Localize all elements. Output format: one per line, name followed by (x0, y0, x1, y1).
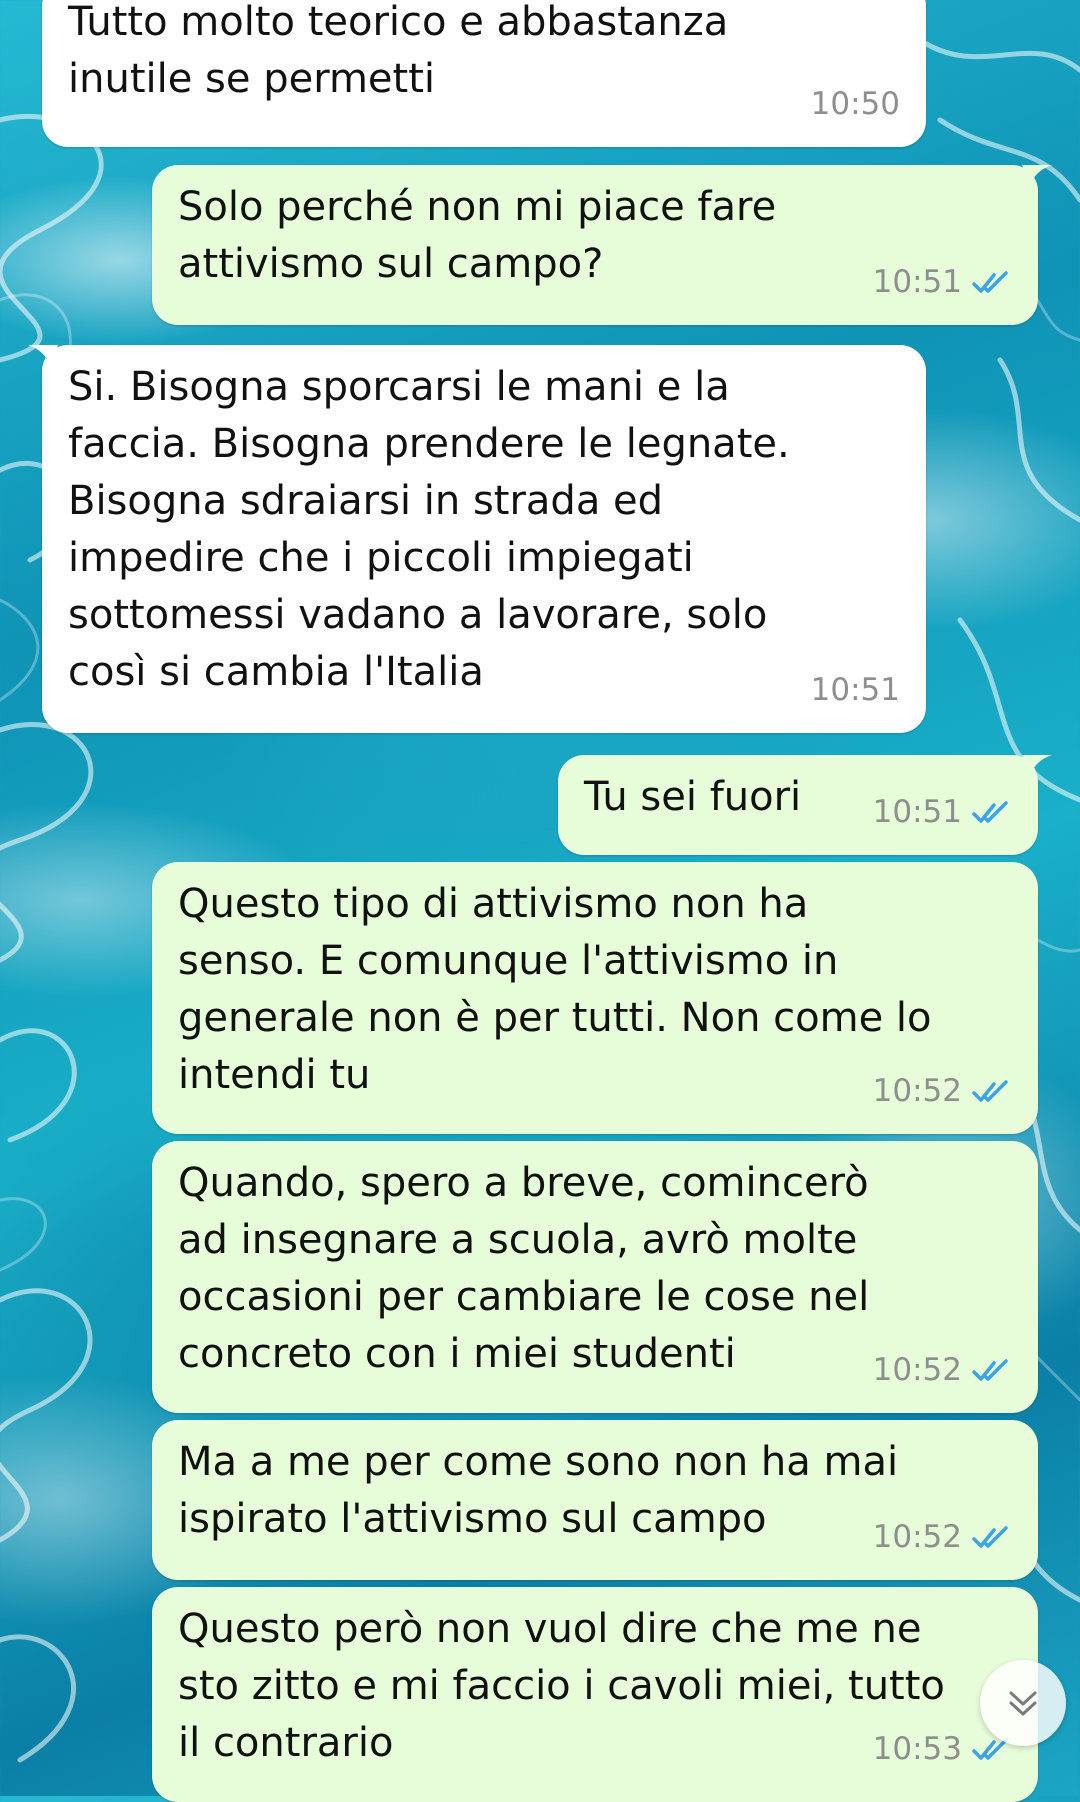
message-time: 10:51 (872, 264, 962, 300)
message-time: 10:50 (810, 86, 900, 122)
scroll-to-bottom-button[interactable] (980, 1660, 1066, 1746)
double-check-icon (972, 1525, 1008, 1548)
message-time: 10:51 (810, 672, 900, 708)
message-meta: 10:50 (811, 76, 900, 133)
double-check-icon (972, 1358, 1008, 1381)
bubble-tail (1022, 755, 1052, 777)
bubble-tail (28, 345, 58, 367)
message-time: 10:52 (872, 1519, 962, 1555)
message-bubble-outgoing[interactable]: Solo perché non mi piace fare attivismo … (152, 165, 1052, 325)
message-bubble-outgoing[interactable]: Questo tipo di attivismo non ha senso. E… (152, 862, 1038, 1134)
chat-message-list[interactable]: Tutto molto teorico e abbastanza inutile… (0, 0, 1080, 1802)
message-meta: 10:51 (811, 662, 900, 719)
message-time: 10:52 (872, 1073, 962, 1109)
message-bubble-outgoing[interactable]: Tu sei fuori 10:51 (558, 755, 1052, 855)
message-meta: 10:52 (873, 1342, 1012, 1399)
message-text: Si. Bisogna sporcarsi le mani e la facci… (68, 364, 790, 695)
double-check-icon (972, 1079, 1008, 1102)
bubble-tail (49, 0, 51, 2)
message-bubble-incoming[interactable]: Si. Bisogna sporcarsi le mani e la facci… (28, 345, 926, 733)
message-meta: 10:52 (873, 1509, 1012, 1566)
message-bubble-outgoing[interactable]: Quando, spero a breve, comincerò ad inse… (152, 1141, 1038, 1413)
message-time: 10:53 (872, 1731, 962, 1767)
message-text: Tutto molto teorico e abbastanza inutile… (68, 0, 729, 102)
chevron-double-down-icon (1009, 1691, 1037, 1716)
message-bubble-incoming[interactable]: Tutto molto teorico e abbastanza inutile… (42, 0, 926, 147)
message-meta: 10:51 (873, 254, 1012, 311)
message-meta: 10:52 (873, 1063, 1012, 1120)
message-bubble-outgoing[interactable]: Questo però non vuol dire che me ne sto … (152, 1587, 1038, 1802)
message-time: 10:51 (872, 794, 962, 830)
double-check-icon (972, 270, 1008, 293)
message-bubble-outgoing[interactable]: Ma a me per come sono non ha mai ispirat… (152, 1420, 1038, 1580)
double-check-icon (972, 800, 1008, 823)
message-time: 10:52 (872, 1352, 962, 1388)
message-meta: 10:51 (873, 784, 1012, 841)
bubble-tail (1022, 165, 1052, 187)
